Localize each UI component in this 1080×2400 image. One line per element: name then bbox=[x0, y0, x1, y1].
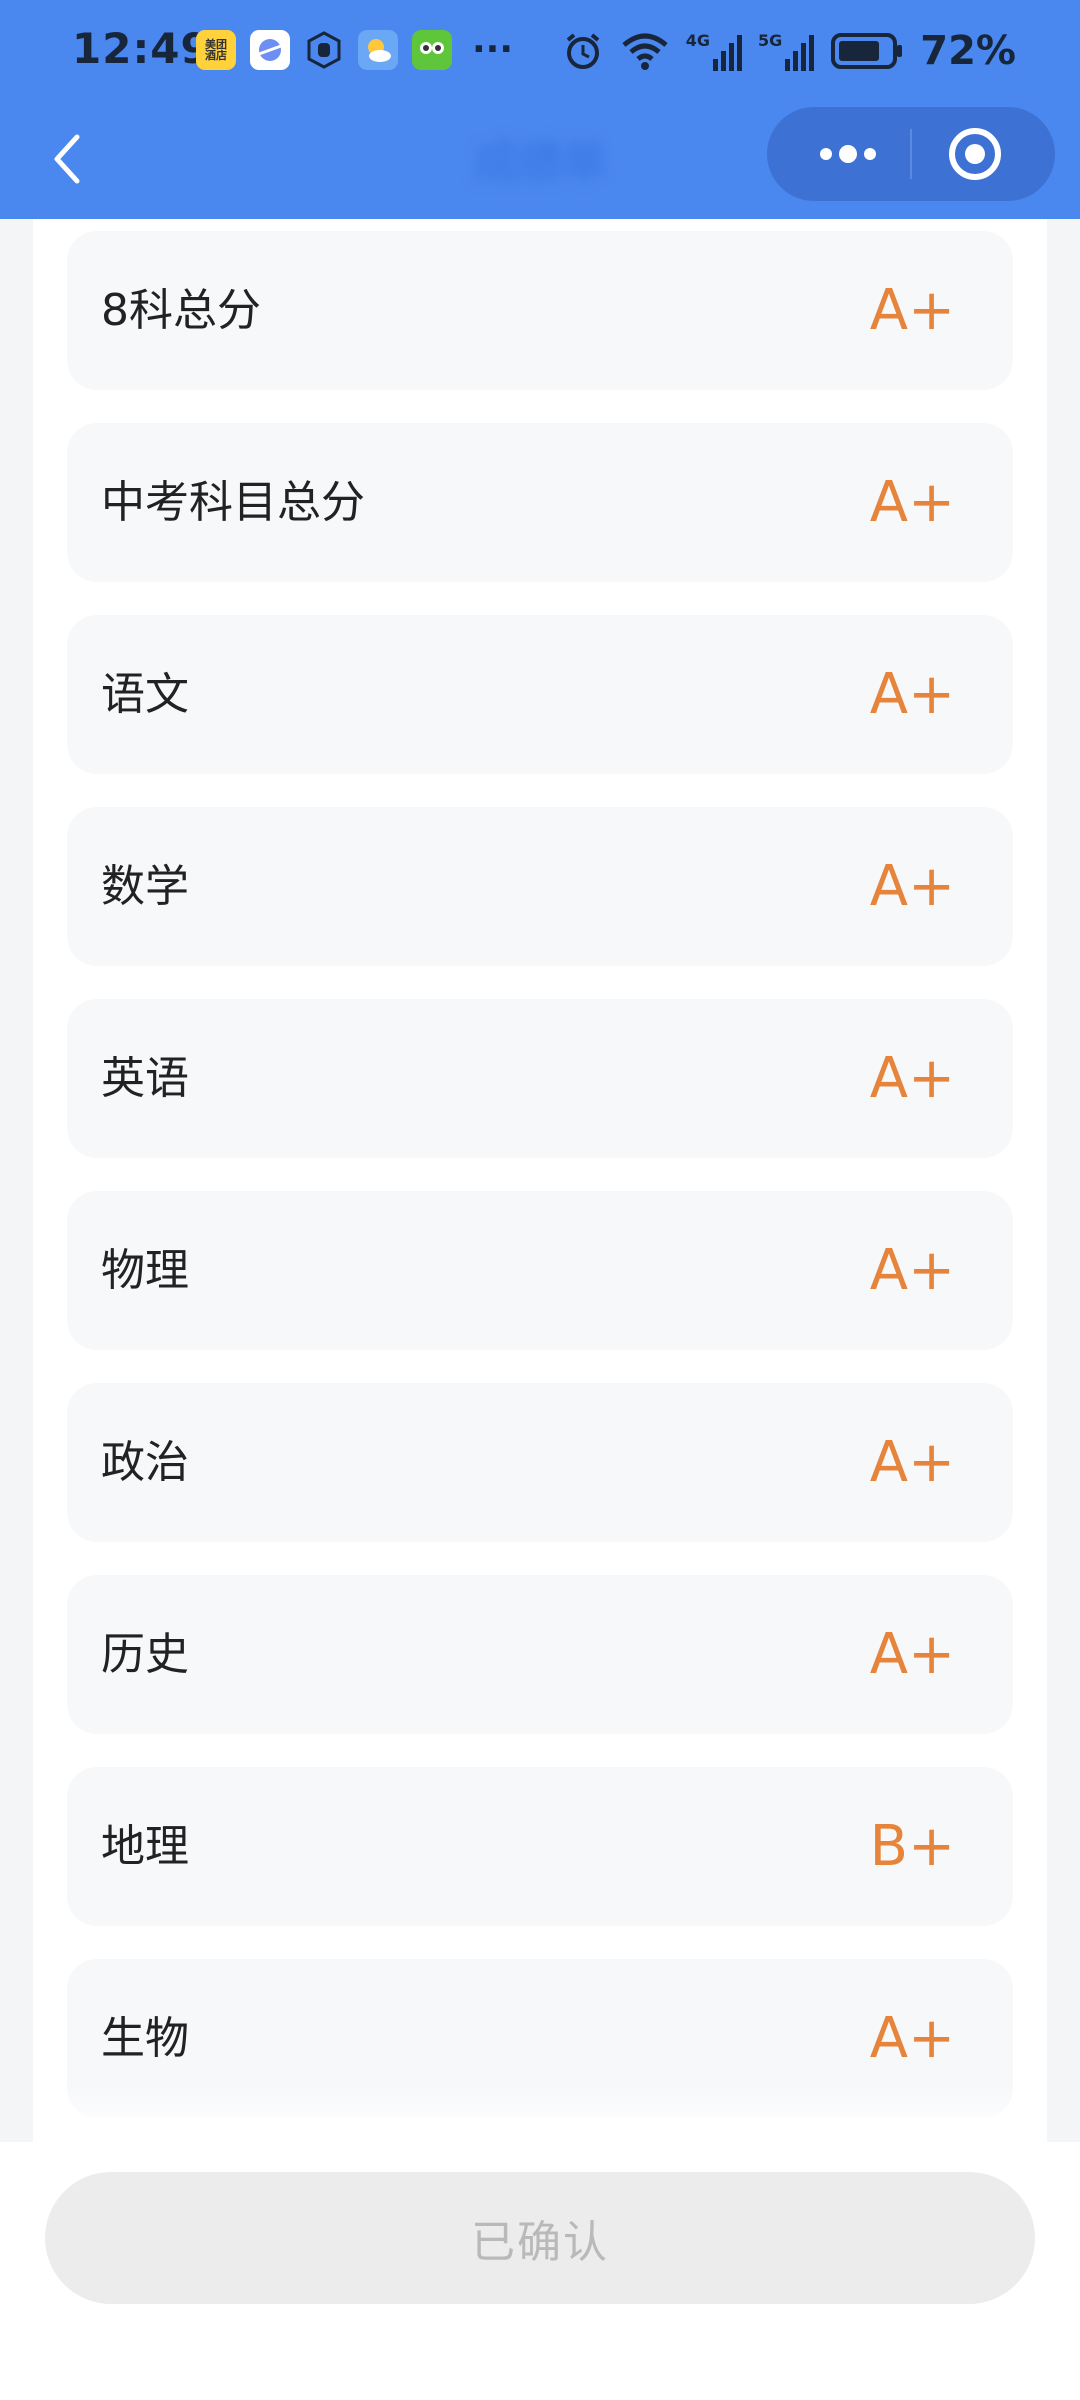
grade-value: A+ bbox=[869, 470, 955, 535]
subject-label: 历史 bbox=[101, 1629, 189, 1680]
grade-row-geography: 地理 B+ bbox=[67, 1767, 1013, 1926]
grade-value: A+ bbox=[869, 1430, 955, 1495]
subject-label: 中考科目总分 bbox=[101, 477, 365, 528]
hotel-icon-text: 美团酒店 bbox=[205, 38, 227, 62]
grade-row-politics: 政治 A+ bbox=[67, 1383, 1013, 1542]
system-icons: 4G 5G 72% bbox=[562, 28, 1016, 74]
grade-row-english: 英语 A+ bbox=[67, 999, 1013, 1158]
subject-label: 8科总分 bbox=[101, 285, 261, 336]
grade-value: A+ bbox=[869, 278, 955, 343]
back-button[interactable] bbox=[36, 128, 98, 190]
mini-program-capsule bbox=[767, 107, 1055, 201]
target-close-icon bbox=[948, 128, 1001, 180]
signal-4g-label: 4G bbox=[685, 31, 710, 50]
header: 12:49 美团酒店 ··· 4G 5G 72% 成绩单 bbox=[0, 0, 1080, 219]
capsule-close-button[interactable] bbox=[912, 107, 1037, 201]
grade-value: A+ bbox=[869, 1046, 955, 1111]
chevron-left-icon bbox=[54, 134, 80, 184]
subject-label: 英语 bbox=[101, 1053, 189, 1104]
grade-value: A+ bbox=[869, 1622, 955, 1687]
planet-app-icon bbox=[250, 30, 290, 70]
footer: 已确认 bbox=[0, 2142, 1080, 2400]
meituan-hotel-icon: 美团酒店 bbox=[196, 30, 236, 70]
grade-card: 8科总分 A+ 中考科目总分 A+ 语文 A+ 数学 A+ 英语 A+ 物理 A… bbox=[33, 219, 1047, 2142]
more-notifications-indicator: ··· bbox=[472, 29, 514, 70]
signal-5g-icon: 5G bbox=[757, 31, 815, 71]
subject-label: 地理 bbox=[101, 1821, 189, 1872]
grade-list: 8科总分 A+ 中考科目总分 A+ 语文 A+ 数学 A+ 英语 A+ 物理 A… bbox=[67, 231, 1013, 2142]
grade-value: A+ bbox=[869, 662, 955, 727]
grade-row-total-8: 8科总分 A+ bbox=[67, 231, 1013, 390]
capsule-more-button[interactable] bbox=[785, 107, 910, 201]
status-bar: 12:49 美团酒店 ··· 4G 5G 72% bbox=[0, 0, 1080, 104]
grade-row-physics: 物理 A+ bbox=[67, 1191, 1013, 1350]
status-time: 12:49 bbox=[72, 24, 211, 73]
grade-value: A+ bbox=[869, 854, 955, 919]
scroll-fade bbox=[33, 2082, 1047, 2142]
owl-app-icon bbox=[412, 30, 452, 70]
hand-app-icon bbox=[304, 30, 344, 70]
grade-value: B+ bbox=[869, 1814, 955, 1879]
subject-label: 数学 bbox=[101, 861, 189, 912]
grade-row-chinese: 语文 A+ bbox=[67, 615, 1013, 774]
nav-bar: 成绩单 bbox=[0, 104, 1080, 219]
grade-row-history: 历史 A+ bbox=[67, 1575, 1013, 1734]
more-dots-icon bbox=[819, 145, 876, 163]
weather-icon bbox=[358, 30, 398, 70]
grade-row-math: 数学 A+ bbox=[67, 807, 1013, 966]
subject-label: 物理 bbox=[101, 1245, 189, 1296]
grade-row-exam-total: 中考科目总分 A+ bbox=[67, 423, 1013, 582]
signal-4g-icon: 4G bbox=[686, 31, 742, 71]
page-title: 成绩单 bbox=[474, 137, 606, 188]
signal-5g-label: 5G bbox=[757, 31, 783, 50]
battery-percent: 72% bbox=[920, 28, 1016, 74]
battery-icon bbox=[831, 33, 903, 69]
subject-label: 政治 bbox=[101, 1437, 189, 1488]
wifi-icon bbox=[622, 33, 668, 70]
grade-value: A+ bbox=[869, 1238, 955, 1303]
confirmed-button[interactable]: 已确认 bbox=[45, 2172, 1035, 2304]
subject-label: 语文 bbox=[101, 669, 189, 720]
notification-icons: 美团酒店 ··· bbox=[196, 30, 513, 70]
alarm-icon bbox=[566, 33, 599, 69]
